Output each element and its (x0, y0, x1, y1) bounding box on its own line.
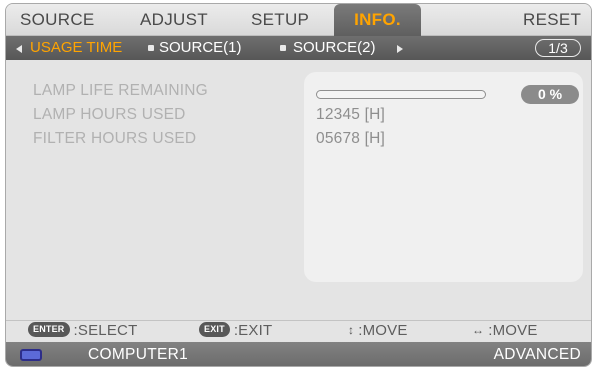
enter-key-icon: ENTER (28, 321, 70, 337)
left-right-arrow-icon: ↔ (472, 323, 485, 337)
hint-move-vertical-text: :MOVE (358, 322, 408, 339)
hint-exit: EXIT:EXIT (199, 321, 273, 339)
label-lamp-hours-used: LAMP HOURS USED (33, 106, 186, 123)
scroll-right-arrow-icon[interactable] (397, 45, 403, 53)
value-panel: 0 % 12345 [H] 05678 [H] (304, 72, 583, 282)
subtab-source-1[interactable]: SOURCE(1) (159, 36, 242, 60)
hint-exit-text: :EXIT (233, 322, 273, 339)
hint-move-vertical: ↕:MOVE (348, 322, 408, 339)
status-bar: COMPUTER1 ADVANCED (6, 342, 591, 366)
hint-select: ENTER:SELECT (28, 321, 138, 339)
page-indicator: 1/3 (535, 39, 581, 57)
projector-osd-menu: SOURCE ADJUST SETUP INFO. RESET USAGE TI… (5, 3, 592, 367)
tab-adjust[interactable]: ADJUST (140, 4, 208, 36)
hint-move-horizontal: ↔:MOVE (472, 322, 538, 339)
hint-select-text: :SELECT (73, 322, 138, 339)
key-hint-bar: ENTER:SELECT EXIT:EXIT ↕:MOVE ↔:MOVE (6, 320, 591, 342)
up-down-arrow-icon: ↕ (348, 323, 355, 337)
lamp-life-percent-badge: 0 % (521, 85, 579, 104)
lamp-life-progress-bar (316, 90, 486, 99)
tab-source[interactable]: SOURCE (20, 4, 95, 36)
hint-move-horizontal-text: :MOVE (488, 322, 538, 339)
label-lamp-life-remaining: LAMP LIFE REMAINING (33, 82, 208, 99)
separator-dot-icon (280, 45, 286, 51)
subtab-usage-time[interactable]: USAGE TIME (30, 36, 122, 60)
separator-dot-icon (148, 45, 154, 51)
computer-monitor-icon (20, 349, 42, 361)
tab-reset[interactable]: RESET (523, 4, 581, 36)
menu-mode-label: ADVANCED (493, 346, 581, 363)
value-lamp-hours-used: 12345 [H] (316, 106, 386, 123)
value-filter-hours-used: 05678 [H] (316, 130, 386, 147)
tab-info[interactable]: INFO. (334, 4, 421, 36)
sub-tab-bar: USAGE TIME SOURCE(1) SOURCE(2) 1/3 (6, 36, 591, 60)
scroll-left-arrow-icon[interactable] (16, 45, 22, 53)
label-filter-hours-used: FILTER HOURS USED (33, 130, 197, 147)
source-label: COMPUTER1 (88, 346, 189, 363)
tab-setup[interactable]: SETUP (251, 4, 309, 36)
subtab-source-2[interactable]: SOURCE(2) (293, 36, 376, 60)
main-tab-bar: SOURCE ADJUST SETUP INFO. RESET (6, 4, 591, 36)
exit-key-icon: EXIT (199, 321, 230, 337)
